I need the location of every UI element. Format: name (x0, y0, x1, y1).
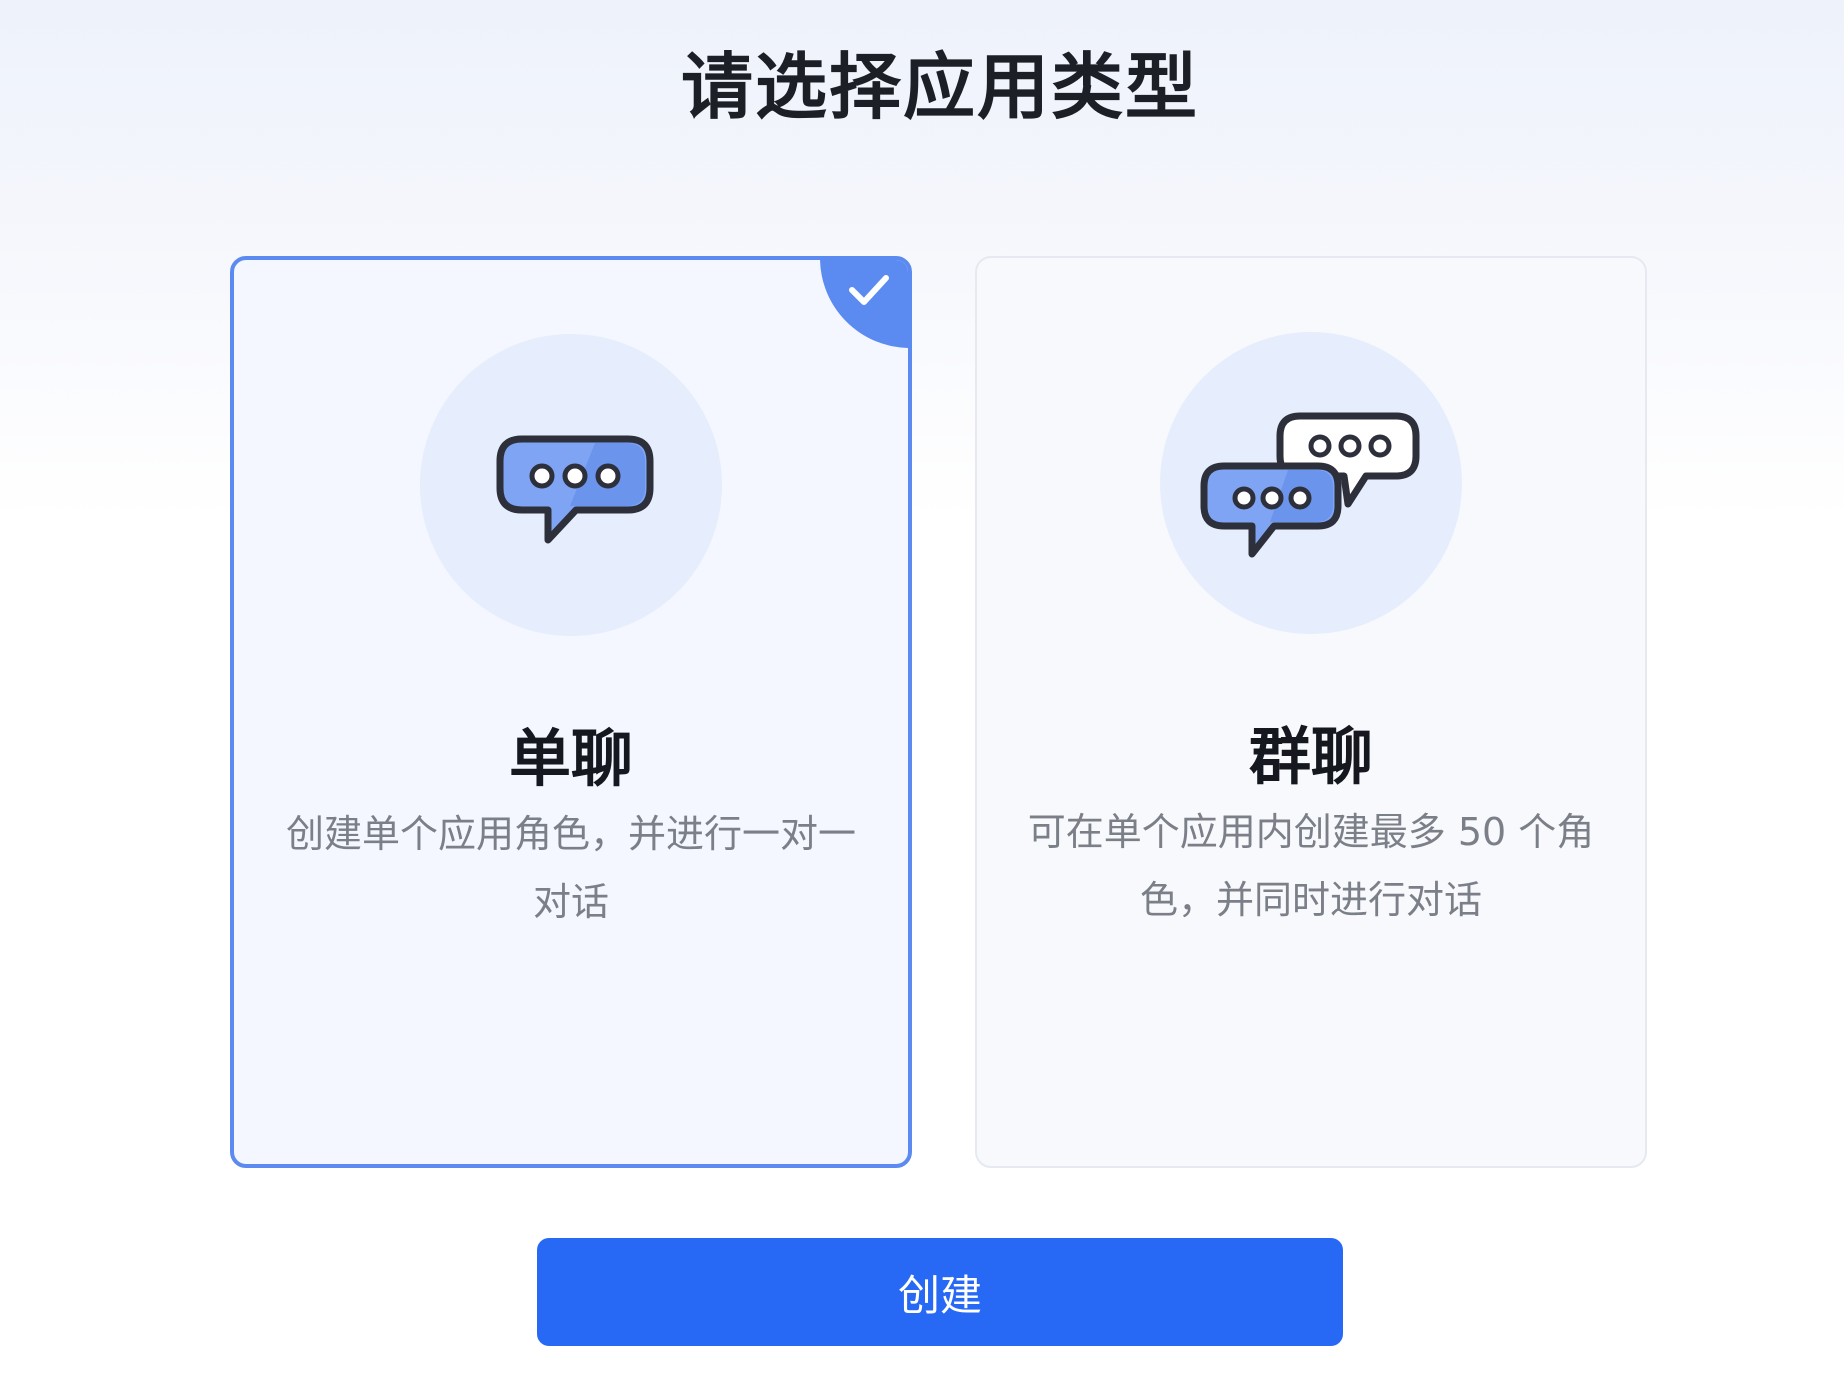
single-chat-bubble-icon (496, 435, 654, 544)
option-description: 可在单个应用内创建最多 50 个角色，并同时进行对话 (1027, 810, 1595, 922)
single-chat-icon-circle (420, 334, 722, 636)
checkmark-icon (820, 260, 908, 348)
group-chat-bubbles-icon (1200, 412, 1420, 558)
option-title: 单聊 (508, 722, 633, 795)
page-title: 请选择应用类型 (680, 45, 1199, 129)
option-description: 创建单个应用角色，并进行一对一对话 (285, 812, 856, 924)
group-chat-icon-circle (1160, 332, 1462, 634)
option-card-group-chat[interactable]: 群聊 可在单个应用内创建最多 50 个角色，并同时进行对话 (975, 256, 1647, 1168)
option-card-single-chat[interactable]: 单聊 创建单个应用角色，并进行一对一对话 (230, 256, 912, 1168)
create-button[interactable]: 创建 (537, 1238, 1343, 1346)
option-title: 群聊 (1248, 720, 1373, 793)
